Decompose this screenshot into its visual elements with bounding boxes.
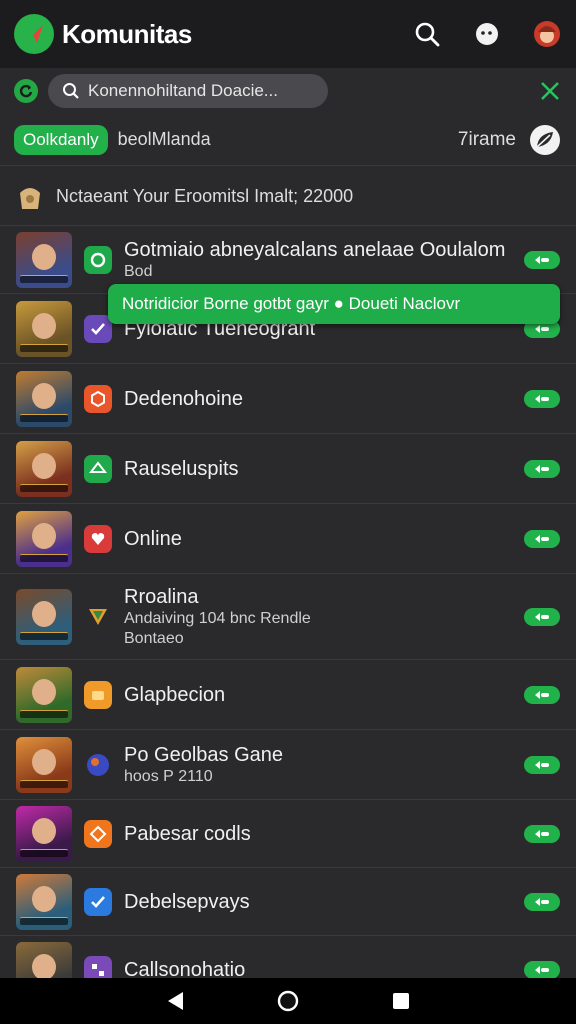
game-thumbnail bbox=[16, 805, 72, 862]
list-item-title: Online bbox=[124, 527, 182, 550]
filter-right-label[interactable]: 7irame bbox=[458, 129, 516, 151]
list-item[interactable]: Rroalina Andaiving 104 bnc Rendle Bontaeo bbox=[0, 574, 576, 660]
notification-toggle[interactable] bbox=[524, 960, 560, 979]
top-app-bar: Komunitas bbox=[0, 0, 576, 68]
home-icon[interactable] bbox=[277, 990, 299, 1012]
search-icon bbox=[63, 83, 79, 99]
list-item[interactable]: Po Geolbas Gane hoos Р 2110 bbox=[0, 730, 576, 800]
list-item[interactable]: Glapbecion bbox=[0, 660, 576, 730]
notification-toggle[interactable] bbox=[524, 529, 560, 548]
game-thumbnail bbox=[16, 440, 72, 497]
search-input[interactable]: Konennohiltand Doacie... bbox=[48, 74, 328, 108]
filter-row: Oolkdanly beolMlanda 7irame bbox=[0, 114, 576, 166]
notification-toggle[interactable] bbox=[524, 685, 560, 704]
close-icon[interactable] bbox=[538, 79, 562, 103]
notification-toggle[interactable] bbox=[524, 607, 560, 626]
list-item-title: Gotmiaio abneyalcalans anelaae Ooulalom bbox=[124, 238, 506, 261]
leaf-icon[interactable] bbox=[528, 123, 562, 157]
system-nav-bar bbox=[0, 978, 576, 1024]
list-item[interactable]: Dedenohoine bbox=[0, 364, 576, 434]
check-icon bbox=[84, 887, 112, 916]
game-thumbnail bbox=[16, 873, 72, 930]
list-item-subtitle: Andaiving 104 bnc Rendle bbox=[124, 609, 311, 627]
search-query: Konennohiltand Doacie... bbox=[88, 81, 278, 100]
game-thumbnail bbox=[16, 588, 72, 645]
list-item-title: Dedenohoine bbox=[124, 387, 243, 410]
chat-icon[interactable] bbox=[472, 19, 502, 49]
diamond-icon bbox=[84, 819, 112, 848]
list-item-title: Rauseluspits bbox=[124, 457, 239, 480]
list-item[interactable]: Debelsepvays bbox=[0, 868, 576, 936]
game-thumbnail bbox=[16, 300, 72, 357]
game-thumbnail bbox=[16, 736, 72, 793]
list-item[interactable]: Rauseluspits bbox=[0, 434, 576, 504]
game-thumbnail bbox=[16, 510, 72, 567]
game-thumbnail bbox=[16, 231, 72, 288]
list-item-title: Glapbecion bbox=[124, 683, 226, 706]
bag-icon bbox=[20, 187, 40, 209]
list-item[interactable]: Online bbox=[0, 504, 576, 574]
orb-icon bbox=[84, 751, 112, 779]
refresh-icon[interactable] bbox=[14, 79, 38, 103]
filter-label[interactable]: beolMlanda bbox=[118, 129, 211, 150]
avatar[interactable] bbox=[532, 19, 562, 49]
notification-toggle[interactable] bbox=[524, 250, 560, 269]
hex-icon bbox=[84, 384, 112, 413]
search-row: Konennohiltand Doacie... bbox=[0, 68, 576, 114]
notification-toggle[interactable] bbox=[524, 892, 560, 911]
toast-text: Notridicior Borne gotbt gayr ● Doueti Na… bbox=[122, 294, 461, 313]
list-item-title: Debelsepvays bbox=[124, 890, 250, 913]
list-item-subtitle: hoos Р 2110 bbox=[124, 767, 213, 785]
folder-icon bbox=[84, 680, 112, 709]
list-item-subtitle: Bod bbox=[124, 262, 153, 280]
notification-toggle[interactable] bbox=[524, 459, 560, 478]
recents-icon[interactable] bbox=[391, 991, 411, 1011]
page-title: Komunitas bbox=[62, 18, 192, 49]
notice-banner: Nctaeant Your Eroomitsl Imalt; 22000 bbox=[0, 168, 576, 226]
notification-toggle[interactable] bbox=[524, 389, 560, 408]
list-item[interactable]: Pabesar codls bbox=[0, 800, 576, 868]
controller-icon bbox=[84, 454, 112, 483]
notification-toggle[interactable] bbox=[524, 824, 560, 843]
filter-chip[interactable]: Oolkdanly bbox=[14, 124, 108, 155]
ring-icon bbox=[84, 245, 112, 274]
notification-toast[interactable]: Notridicior Borne gotbt gayr ● Doueti Na… bbox=[108, 284, 560, 324]
back-icon[interactable] bbox=[165, 990, 185, 1012]
search-icon[interactable] bbox=[412, 19, 442, 49]
notification-toggle[interactable] bbox=[524, 755, 560, 774]
heart-icon bbox=[84, 524, 112, 553]
shield-icon bbox=[84, 603, 112, 631]
list-item-title: Pabesar codls bbox=[124, 822, 251, 845]
list-item-detail: Bontaeo bbox=[124, 629, 184, 647]
notification-list: Gotmiaio abneyalcalans anelaae Ooulalom B… bbox=[0, 226, 576, 1004]
notice-text: Nctaeant Your Eroomitsl Imalt; 22000 bbox=[56, 186, 354, 206]
list-item-title: Rroalina bbox=[124, 585, 199, 608]
list-item-title: Po Geolbas Gane bbox=[124, 743, 283, 766]
game-thumbnail bbox=[16, 666, 72, 723]
game-thumbnail bbox=[16, 370, 72, 427]
app-logo-icon bbox=[14, 14, 54, 54]
